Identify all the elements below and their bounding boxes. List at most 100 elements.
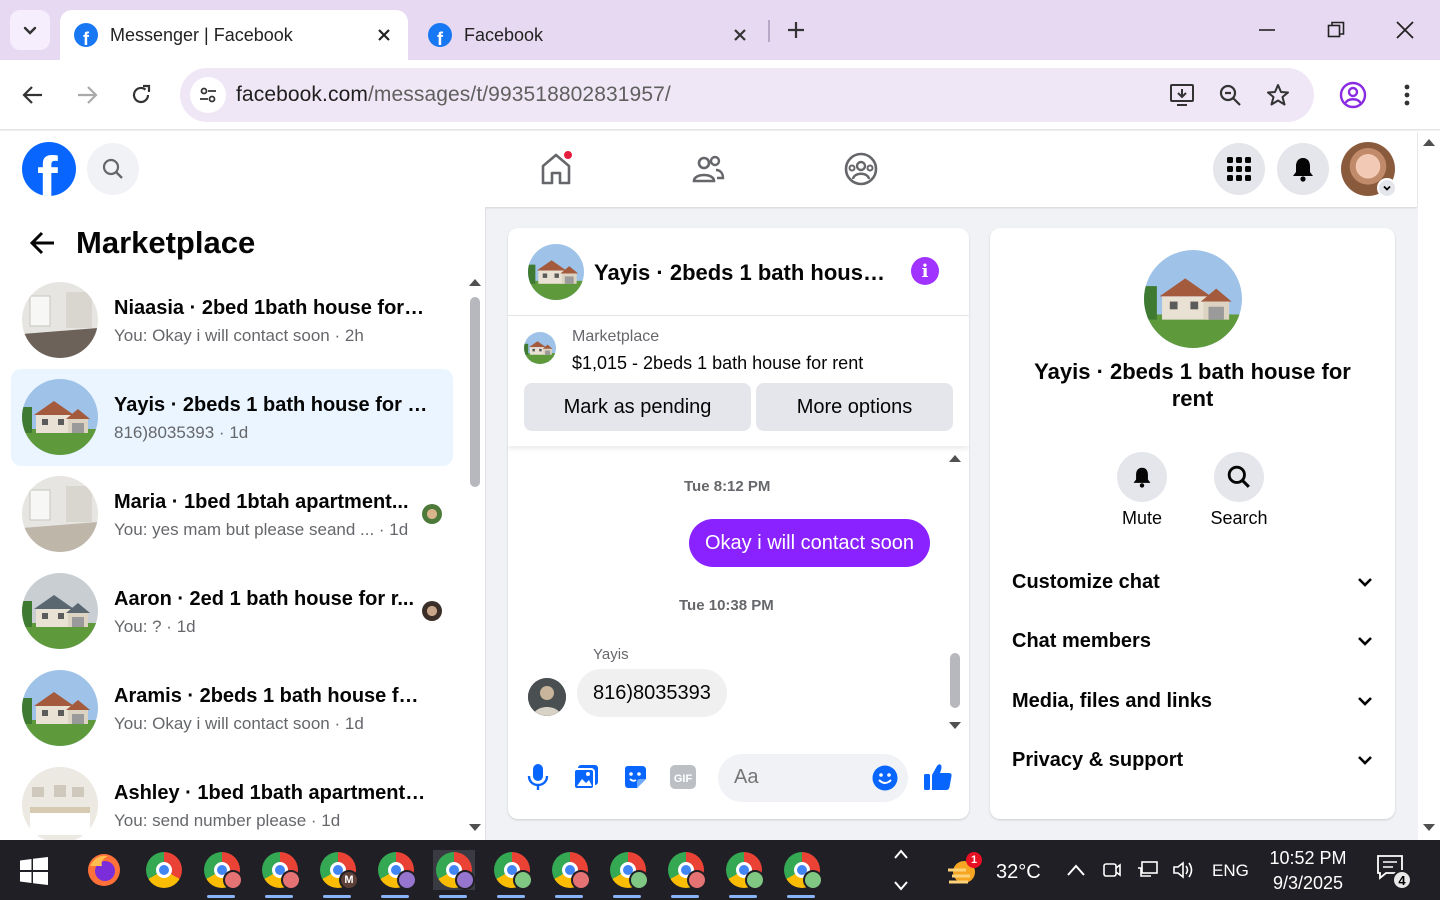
taskbar-chrome-window[interactable] bbox=[433, 850, 475, 898]
groups-nav-button[interactable] bbox=[838, 146, 884, 192]
taskbar-chrome-window[interactable]: M bbox=[317, 850, 359, 898]
home-nav-button[interactable] bbox=[533, 146, 579, 192]
incoming-message[interactable]: 816)8035393 bbox=[577, 669, 727, 717]
section-media-files-links[interactable]: Media, files and links bbox=[1012, 681, 1374, 721]
mute-button[interactable] bbox=[1117, 452, 1167, 502]
attach-photo-button[interactable] bbox=[571, 762, 601, 792]
chat-info-avatar[interactable] bbox=[1144, 250, 1242, 348]
conversation-scrollbar[interactable] bbox=[948, 453, 962, 733]
conversation-title[interactable]: Yayis · 2beds 1 bath house for rent bbox=[594, 260, 894, 286]
address-bar[interactable]: facebook.com/messages/t/993518802831957/ bbox=[180, 68, 1314, 122]
sender-avatar[interactable] bbox=[528, 678, 566, 716]
taskbar-chrome-window[interactable] bbox=[143, 850, 185, 890]
search-in-chat-button[interactable] bbox=[1214, 452, 1264, 502]
browser-menu-button[interactable] bbox=[1389, 77, 1425, 113]
chat-item[interactable]: Aramis · 2beds 1 bath house for ... You: … bbox=[11, 660, 453, 757]
profile-button[interactable] bbox=[1335, 77, 1371, 113]
info-icon[interactable]: i bbox=[911, 257, 939, 285]
scroll-down-icon[interactable] bbox=[468, 823, 482, 833]
site-info-button[interactable] bbox=[190, 77, 226, 113]
taskbar-chrome-window[interactable] bbox=[665, 850, 707, 898]
windows-start-icon[interactable] bbox=[20, 857, 48, 885]
tab-close-button[interactable] bbox=[730, 25, 750, 45]
minimize-button[interactable] bbox=[1251, 14, 1283, 46]
network-icon[interactable] bbox=[1136, 858, 1160, 882]
mark-as-pending-button[interactable]: Mark as pending bbox=[524, 383, 751, 431]
scroll-down-icon[interactable] bbox=[1422, 823, 1436, 833]
taskbar-overflow-down-icon[interactable] bbox=[893, 880, 909, 892]
tab-search-button[interactable] bbox=[10, 10, 50, 50]
facebook-search-button[interactable] bbox=[87, 143, 139, 195]
listing-title[interactable]: $1,015 - 2beds 1 bath house for rent bbox=[572, 353, 863, 374]
taskbar-chrome-window[interactable] bbox=[723, 850, 765, 898]
chat-last-message: You: Okay i will contact soon · 1d bbox=[114, 714, 364, 733]
tab-facebook[interactable]: f Facebook bbox=[414, 10, 764, 60]
chat-item[interactable]: Aaron · 2ed 1 bath house for r... You: ? … bbox=[11, 563, 453, 660]
more-options-button[interactable]: More options bbox=[756, 383, 953, 431]
page-scrollbar[interactable] bbox=[1418, 131, 1440, 840]
close-window-button[interactable] bbox=[1389, 14, 1421, 46]
scroll-up-icon[interactable] bbox=[468, 277, 482, 287]
section-customize-chat[interactable]: Customize chat bbox=[1012, 562, 1374, 602]
volume-icon[interactable] bbox=[1172, 858, 1196, 882]
taskbar-chrome-window[interactable] bbox=[201, 850, 243, 898]
taskbar-chrome-window[interactable] bbox=[491, 850, 533, 898]
notifications-button[interactable] bbox=[1277, 143, 1329, 195]
facebook-logo-icon[interactable]: f bbox=[22, 142, 76, 196]
taskbar-chrome-window[interactable] bbox=[607, 850, 649, 898]
back-button[interactable] bbox=[26, 226, 60, 260]
install-app-button[interactable] bbox=[1168, 81, 1196, 109]
notification-center-button[interactable]: 4 bbox=[1376, 854, 1416, 890]
input-language[interactable]: ENG bbox=[1212, 861, 1249, 881]
restore-button[interactable] bbox=[1320, 14, 1352, 46]
taskbar-chrome-window[interactable] bbox=[375, 850, 417, 898]
emoji-icon[interactable] bbox=[872, 765, 898, 791]
chat-item[interactable]: Yayis · 2beds 1 bath house for re... 816)… bbox=[11, 369, 453, 466]
message-input[interactable] bbox=[734, 766, 854, 789]
conversation-avatar[interactable] bbox=[528, 244, 584, 300]
chat-list-scrollbar[interactable] bbox=[468, 277, 482, 833]
new-tab-button[interactable] bbox=[782, 16, 810, 44]
gif-button[interactable]: GIF bbox=[668, 762, 698, 792]
chat-item[interactable]: Ashley · 1bed 1bath apartment f... You: s… bbox=[11, 757, 453, 840]
show-hidden-icons-button[interactable] bbox=[1064, 858, 1088, 882]
outgoing-message[interactable]: Okay i will contact soon bbox=[689, 519, 930, 567]
back-button[interactable] bbox=[15, 77, 51, 113]
zoom-button[interactable] bbox=[1216, 81, 1244, 109]
marketplace-listing-card: Marketplace $1,015 - 2beds 1 bath house … bbox=[508, 316, 969, 446]
friends-nav-button[interactable] bbox=[685, 146, 731, 192]
listing-thumbnail[interactable] bbox=[524, 332, 556, 364]
tab-separator bbox=[768, 20, 770, 42]
tab-close-button[interactable] bbox=[374, 25, 394, 45]
section-chat-members[interactable]: Chat members bbox=[1012, 621, 1374, 661]
clock[interactable]: 10:52 PM 9/3/2025 bbox=[1262, 846, 1354, 896]
menu-button[interactable] bbox=[1213, 143, 1265, 195]
sticker-button[interactable] bbox=[620, 762, 650, 792]
scroll-up-icon[interactable] bbox=[1422, 137, 1436, 147]
chat-item[interactable]: Maria · 1bed 1btah apartment... You: yes … bbox=[11, 466, 453, 563]
search-action[interactable]: Search bbox=[1199, 452, 1279, 529]
taskbar-overflow-up-icon[interactable] bbox=[893, 848, 909, 860]
meet-now-icon[interactable] bbox=[1100, 858, 1124, 882]
taskbar-chrome-window[interactable] bbox=[259, 850, 301, 898]
forward-button[interactable] bbox=[69, 77, 105, 113]
tab-messenger[interactable]: f Messenger | Facebook bbox=[60, 10, 408, 60]
account-menu-caret[interactable] bbox=[1377, 178, 1397, 198]
like-button[interactable] bbox=[923, 762, 953, 792]
bell-icon bbox=[1133, 467, 1151, 488]
scrollbar-thumb[interactable] bbox=[470, 297, 480, 487]
mute-action[interactable]: Mute bbox=[1102, 452, 1182, 529]
scroll-up-icon[interactable] bbox=[948, 453, 962, 463]
chat-item[interactable]: Niaasia · 2bed 1bath house for r... You: … bbox=[11, 272, 453, 369]
taskbar-chrome-window[interactable] bbox=[781, 850, 823, 898]
taskbar-chrome-window[interactable] bbox=[549, 850, 591, 898]
voice-clip-button[interactable] bbox=[523, 762, 553, 792]
url-text[interactable]: facebook.com/messages/t/993518802831957/ bbox=[236, 83, 671, 107]
reload-button[interactable] bbox=[123, 77, 159, 113]
weather-widget[interactable]: 1 32°C bbox=[944, 852, 1044, 892]
taskbar-firefox[interactable] bbox=[84, 850, 124, 890]
section-privacy-support[interactable]: Privacy & support bbox=[1012, 740, 1374, 780]
bookmark-button[interactable] bbox=[1264, 81, 1292, 109]
scrollbar-thumb[interactable] bbox=[950, 653, 960, 708]
scroll-down-icon[interactable] bbox=[948, 721, 962, 731]
